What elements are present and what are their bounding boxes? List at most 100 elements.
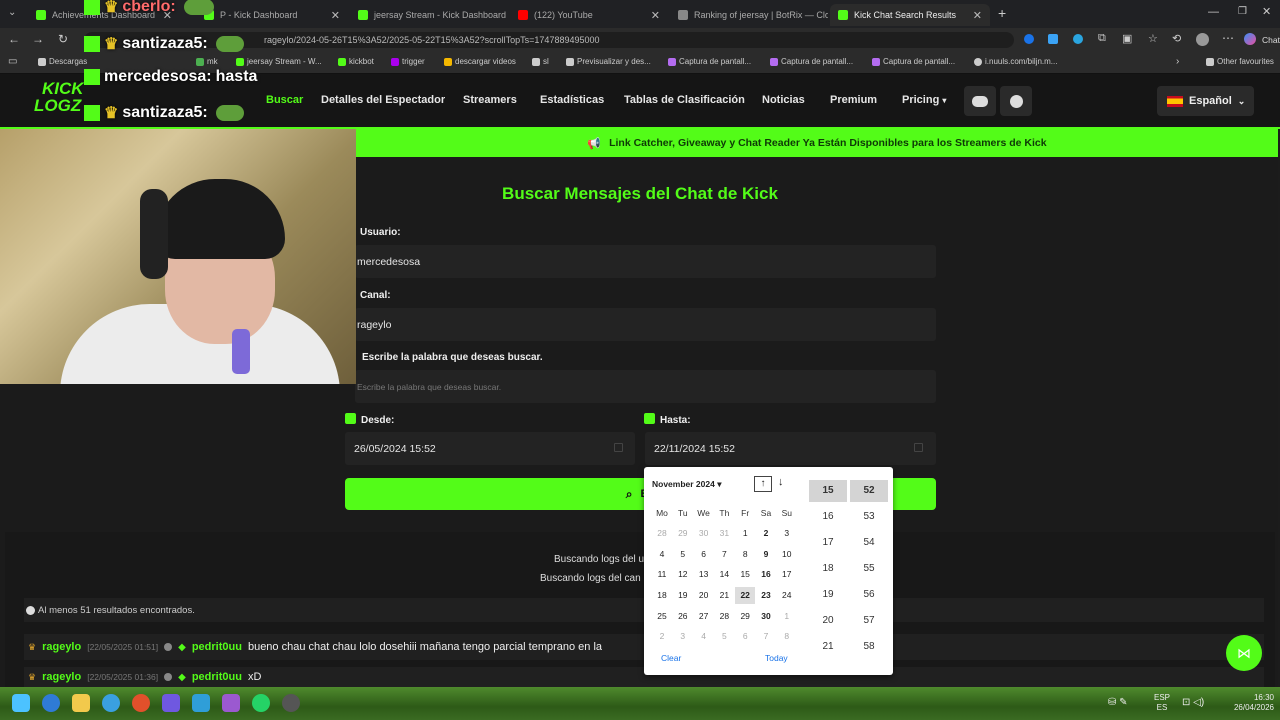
edge-icon[interactable]: [42, 694, 60, 712]
calendar-day[interactable]: 12: [673, 569, 693, 579]
calendar-day[interactable]: 2: [652, 631, 672, 641]
username[interactable]: pedrit0uu: [192, 641, 242, 653]
bookmark-item[interactable]: sl: [532, 57, 549, 66]
hour-option[interactable]: 21: [809, 636, 847, 658]
nav-streamers[interactable]: Streamers: [463, 94, 517, 106]
calendar-day[interactable]: 26: [673, 611, 693, 621]
from-date-input[interactable]: 26/05/2024 15:52: [345, 432, 635, 465]
split-screen-icon[interactable]: ▣: [1122, 32, 1132, 45]
calendar-day[interactable]: 6: [694, 549, 714, 559]
calendar-day[interactable]: 18: [652, 590, 672, 600]
discord-icon[interactable]: [162, 694, 180, 712]
calendar-day[interactable]: 9: [756, 549, 776, 559]
bookmark-item[interactable]: Captura de pantall...: [668, 57, 751, 66]
channel-input[interactable]: rageylo: [355, 308, 936, 341]
to-date-input[interactable]: 22/11/2024 15:52: [645, 432, 936, 465]
calendar-day[interactable]: 16: [756, 569, 776, 579]
calendar-day[interactable]: 21: [714, 590, 734, 600]
favorites-icon[interactable]: ☆: [1148, 32, 1158, 45]
calendar-day[interactable]: 4: [694, 631, 714, 641]
edge-beta-icon[interactable]: [102, 694, 120, 712]
share-button[interactable]: ⋈: [1226, 635, 1262, 671]
calendar-day[interactable]: 3: [673, 631, 693, 641]
extension-icon[interactable]: [1073, 34, 1083, 44]
calendar-day[interactable]: 25: [652, 611, 672, 621]
tab-4[interactable]: (122) YouTube ✕: [510, 4, 668, 26]
calendar-day[interactable]: 3: [777, 528, 797, 538]
tab-3[interactable]: jeersay Stream - Kick Dashboard✕: [350, 4, 508, 26]
whatsapp-icon[interactable]: [252, 694, 270, 712]
bookmark-item[interactable]: trigger: [391, 57, 425, 66]
month-select[interactable]: November 2024 ▾: [652, 479, 722, 490]
calendar-day[interactable]: 19: [673, 590, 693, 600]
close-icon[interactable]: ✕: [967, 9, 982, 22]
extensions-puzzle-icon[interactable]: ⧉: [1098, 32, 1106, 45]
calendar-icon[interactable]: [914, 443, 923, 452]
more-menu-icon[interactable]: ⋯: [1222, 31, 1234, 45]
obs-icon[interactable]: [282, 694, 300, 712]
calendar-day[interactable]: 28: [714, 611, 734, 621]
app-icon[interactable]: [222, 694, 240, 712]
new-tab-icon[interactable]: +: [998, 5, 1006, 21]
firefox-icon[interactable]: [132, 694, 150, 712]
minute-option[interactable]: 53: [850, 506, 888, 528]
close-icon[interactable]: ✕: [645, 9, 660, 22]
calendar-day[interactable]: 13: [694, 569, 714, 579]
extension-icon[interactable]: [1048, 34, 1058, 44]
network-volume-icons[interactable]: ⊡ ◁): [1182, 697, 1204, 708]
close-window-icon[interactable]: ✕: [1262, 5, 1271, 18]
minute-option[interactable]: 52: [850, 480, 888, 502]
forward-icon[interactable]: →: [32, 32, 44, 46]
minute-option[interactable]: 57: [850, 610, 888, 632]
calendar-day[interactable]: 29: [673, 528, 693, 538]
tab-5[interactable]: Ranking of jeersay | BotRix — Clo...✕: [670, 4, 828, 26]
minute-option[interactable]: 55: [850, 558, 888, 580]
calendar-day[interactable]: 23: [756, 590, 776, 600]
history-icon[interactable]: ⟲: [1172, 32, 1181, 45]
calendar-day[interactable]: 7: [714, 549, 734, 559]
chat-label[interactable]: Chat: [1262, 35, 1280, 45]
calendar-day[interactable]: 24: [777, 590, 797, 600]
bookmark-item[interactable]: Previsualizar y des...: [566, 57, 651, 66]
app-icon[interactable]: [192, 694, 210, 712]
username[interactable]: pedrit0uu: [192, 671, 242, 683]
minute-option[interactable]: 54: [850, 532, 888, 554]
back-icon[interactable]: ←: [8, 32, 20, 46]
nav-noticias[interactable]: Noticias: [762, 94, 805, 106]
bookmarks-menu-icon[interactable]: ▭: [8, 56, 17, 67]
calendar-day[interactable]: 4: [652, 549, 672, 559]
hour-option[interactable]: 15: [809, 480, 847, 502]
file-explorer-icon[interactable]: [72, 694, 90, 712]
nav-premium[interactable]: Premium: [830, 94, 877, 106]
user-input[interactable]: mercedesosa: [355, 245, 936, 278]
chevron-right-icon[interactable]: ›: [1176, 56, 1179, 67]
bookmark-item[interactable]: i.nuuls.com/biljn.m...: [974, 57, 1057, 66]
avatar[interactable]: [1196, 33, 1209, 46]
bookmark-item[interactable]: Captura de pantall...: [872, 57, 955, 66]
calendar-day[interactable]: 1: [735, 528, 755, 538]
calendar-day[interactable]: 1: [777, 611, 797, 621]
calendar-day[interactable]: 27: [694, 611, 714, 621]
maximize-icon[interactable]: ❐: [1238, 6, 1247, 17]
nav-tablas-clasificacion[interactable]: Tablas de Clasificación: [624, 94, 745, 106]
word-input[interactable]: Escribe la palabra que deseas buscar.: [355, 370, 936, 403]
calendar-day[interactable]: 15: [735, 569, 755, 579]
calendar-day[interactable]: 2: [756, 528, 776, 538]
calendar-day[interactable]: 5: [714, 631, 734, 641]
calendar-day[interactable]: 30: [694, 528, 714, 538]
nav-pricing[interactable]: Pricing ▾: [902, 94, 946, 106]
minute-option[interactable]: 58: [850, 636, 888, 658]
calendar-day[interactable]: 8: [735, 549, 755, 559]
calendar-day[interactable]: 11: [652, 569, 672, 579]
calendar-day[interactable]: 6: [735, 631, 755, 641]
other-favourites[interactable]: Other favourites: [1206, 57, 1274, 66]
windows-start-icon[interactable]: [12, 694, 30, 712]
calendar-day[interactable]: 5: [673, 549, 693, 559]
bookmark-item[interactable]: Captura de pantall...: [770, 57, 853, 66]
prev-month-icon[interactable]: ↑: [754, 476, 772, 492]
calendar-day[interactable]: 29: [735, 611, 755, 621]
clear-button[interactable]: Clear: [661, 653, 681, 663]
nav-estadisticas[interactable]: Estadísticas: [540, 94, 604, 106]
hour-option[interactable]: 16: [809, 506, 847, 528]
extension-icon[interactable]: [1024, 34, 1034, 44]
